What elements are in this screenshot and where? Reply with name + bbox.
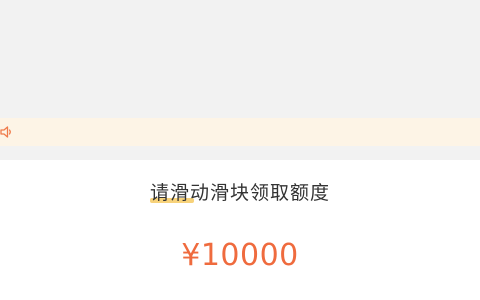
slider-card: 请滑动滑块领取额度 ¥10000 xyxy=(0,160,480,300)
top-gray-area xyxy=(0,0,480,118)
section-divider xyxy=(0,146,480,160)
notice-bar xyxy=(0,118,480,146)
credit-amount: ¥10000 xyxy=(181,238,299,273)
instruction-row: 请滑动滑块领取额度 xyxy=(0,178,480,205)
instruction-text: 请滑动滑块领取额度 xyxy=(149,182,330,204)
speaker-icon xyxy=(0,126,11,138)
instruction-label: 请滑动滑块领取额度 xyxy=(149,178,330,205)
